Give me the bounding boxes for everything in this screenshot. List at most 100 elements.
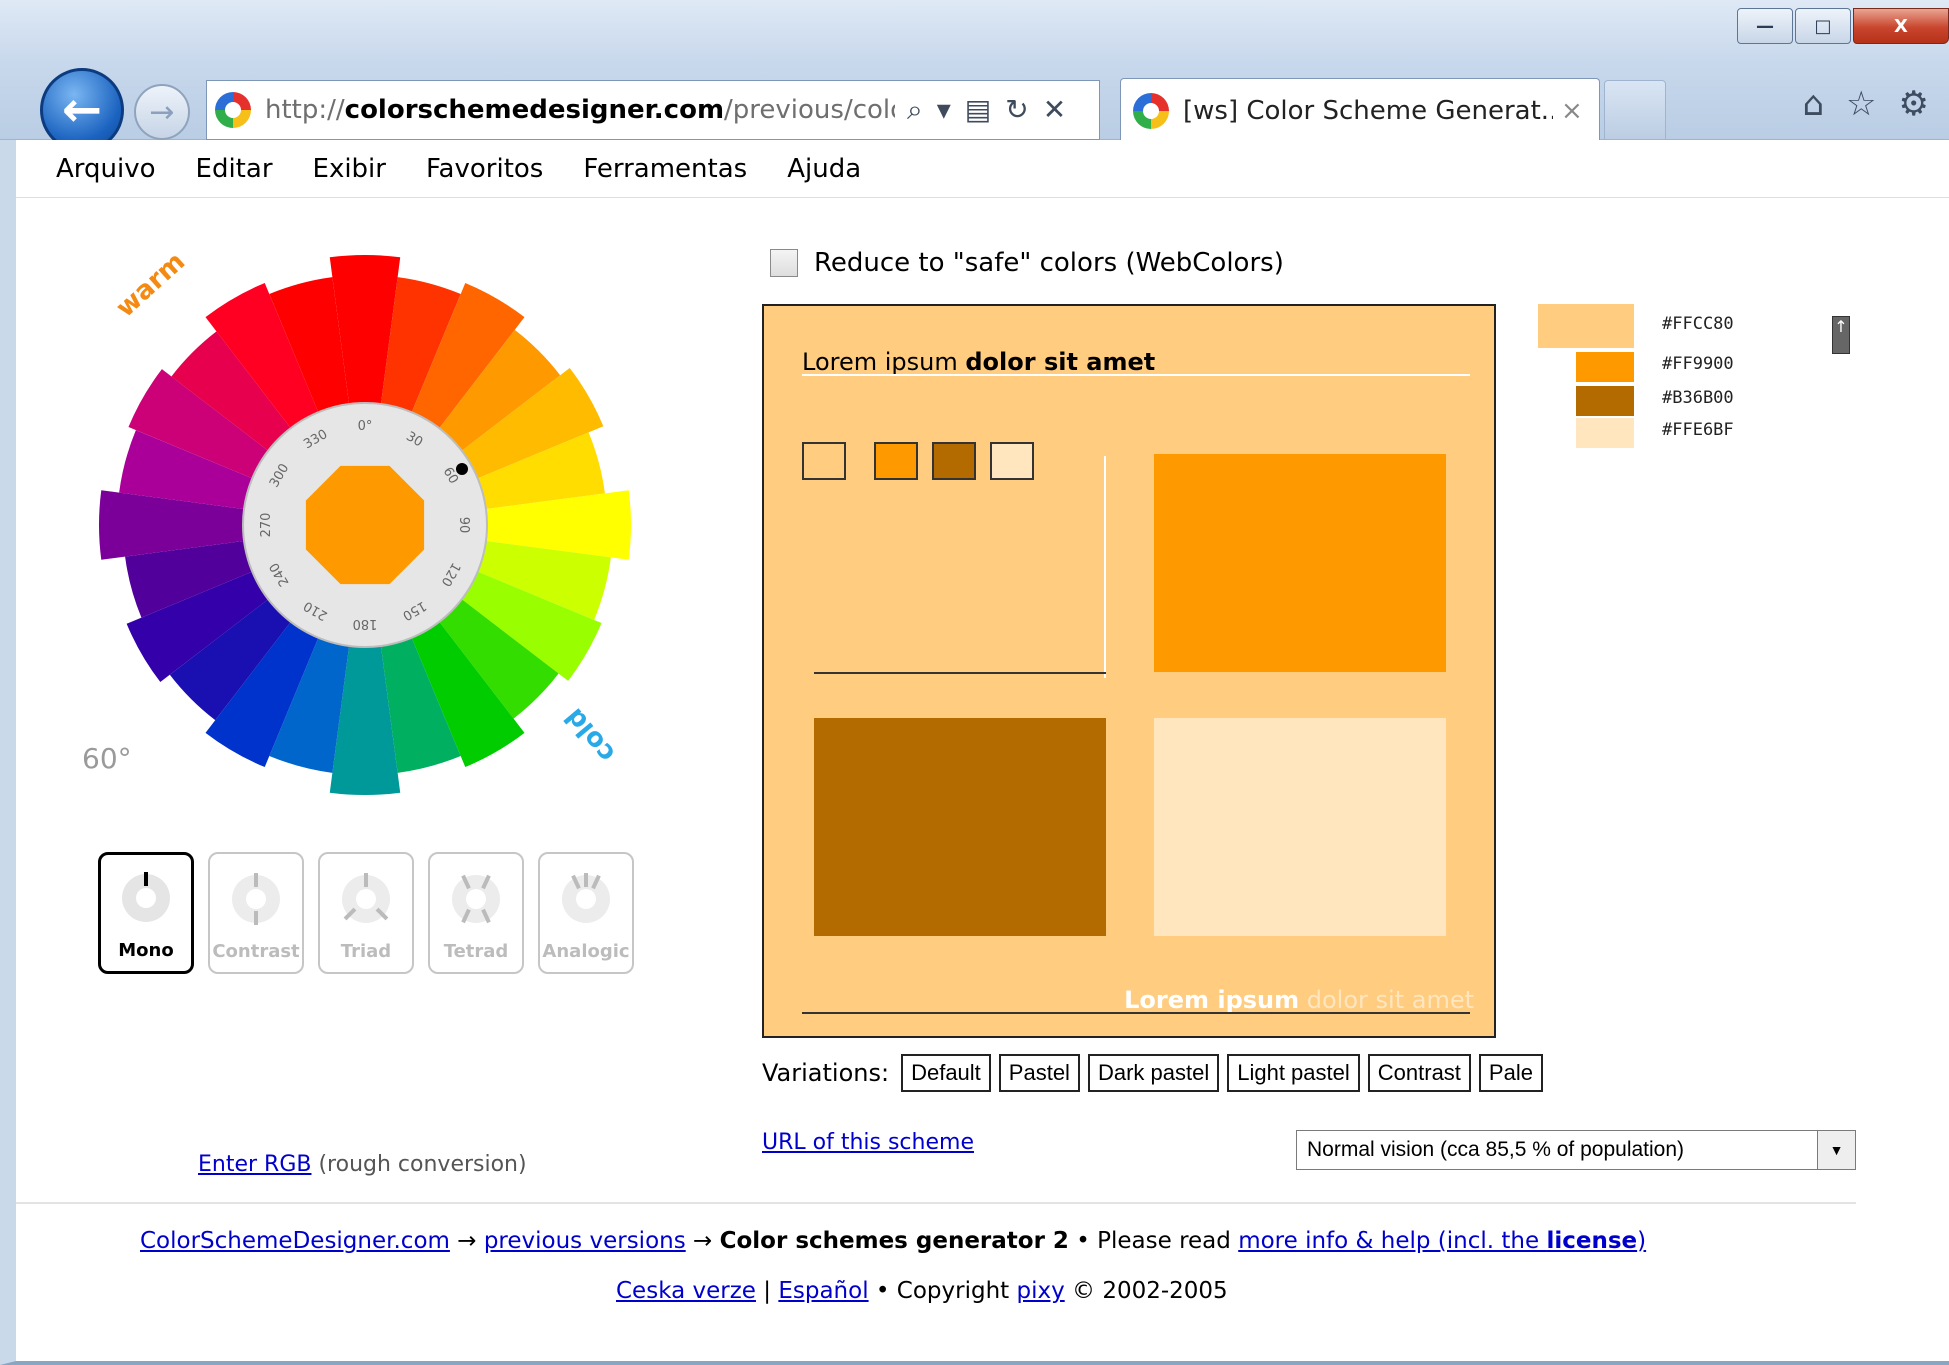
vision-select[interactable]: Normal vision (cca 85,5 % of population)… [1296,1130,1856,1170]
minimize-button[interactable]: — [1737,8,1793,44]
url-of-scheme-link[interactable]: URL of this scheme [762,1130,974,1155]
palette-swatch-0[interactable] [1538,304,1634,348]
menu-item-ajuda[interactable]: Ajuda [787,154,861,184]
safe-colors-row: Reduce to "safe" colors (WebColors) [770,248,1284,278]
footer-previous-versions-link[interactable]: previous versions [484,1228,686,1254]
variations-label: Variations: [762,1059,890,1087]
preview-box-dark [814,718,1106,936]
palette-hex-3[interactable]: #FFE6BF [1662,420,1734,440]
scheme-tetrad-button[interactable]: Tetrad [428,852,524,974]
footer-home-link[interactable]: ColorSchemeDesigner.com [140,1228,450,1254]
scheme-triad-label: Triad [340,941,392,962]
preview-box-base [1154,454,1446,672]
window-controls: — □ X [1735,8,1949,44]
footer-czech-link[interactable]: Ceska verze [616,1278,756,1304]
hue-degree-label: 60° [82,742,132,775]
footer-spanish-link[interactable]: Español [778,1278,868,1304]
palette-row: #FFE6BF [1576,418,1734,448]
footer-copyright-text: • Copyright [868,1278,1017,1304]
preview-horizontal-rule [814,672,1106,674]
tab-color-scheme[interactable]: [ws] Color Scheme Generat... × [1120,78,1600,142]
tab-close-icon[interactable]: × [1561,96,1583,126]
scheme-contrast-label: Contrast [212,941,300,962]
palette-hex-1[interactable]: #FF9900 [1662,354,1734,374]
palette-swatch-1[interactable] [1576,352,1634,382]
palette-hex-2[interactable]: #B36B00 [1662,388,1734,408]
tetrad-wheel-icon [452,874,500,924]
footer-separator: | [755,1278,779,1304]
footer-help-link[interactable]: more info & help (incl. the license) [1238,1228,1646,1254]
dial-tick-label: 180 [353,616,378,631]
variation-pale-button[interactable]: Pale [1478,1054,1543,1092]
palette-hex-0[interactable]: #FFCC80 [1662,314,1734,334]
variation-light-pastel-button[interactable]: Light pastel [1227,1054,1360,1092]
scheme-tetrad-label: Tetrad [443,941,509,962]
variation-contrast-button[interactable]: Contrast [1367,1054,1471,1092]
preview-vertical-rule [1104,456,1106,678]
maximize-button[interactable]: □ [1795,8,1851,44]
footer-divider [16,1202,1856,1204]
browser-toolbar-icons: ⌂ ☆ ⚙ [1802,84,1929,124]
palette-row: #FF9900 [1576,352,1734,382]
footer-current-page: Color schemes generator 2 [719,1228,1069,1254]
chevron-down-icon[interactable]: ▼ [1817,1131,1855,1169]
footer-years: © 2002-2005 [1064,1278,1228,1304]
variation-dark-pastel-button[interactable]: Dark pastel [1087,1054,1220,1092]
footer-line-1: ColorSchemeDesigner.com → previous versi… [140,1228,1646,1254]
preview-chip-light [802,442,846,480]
dial-tick-label: 270 [259,513,274,538]
new-tab-button[interactable] [1604,80,1666,140]
preview-top-rule [802,374,1470,376]
analogic-wheel-icon [562,873,610,923]
scheme-type-buttons: Mono Contrast Triad Tetrad Analogic [98,852,634,974]
preview-footer-text: Lorem ipsum dolor sit amet [1124,986,1474,1014]
footer-author-link[interactable]: pixy [1016,1278,1064,1304]
home-icon[interactable]: ⌂ [1802,84,1824,124]
stop-icon[interactable]: ✕ [1043,93,1066,127]
tab-title: [ws] Color Scheme Generat... [1183,95,1553,126]
refresh-icon[interactable]: ↻ [1005,93,1028,127]
compat-icon[interactable]: ▤ [965,93,991,127]
scheme-contrast-button[interactable]: Contrast [208,852,304,974]
scheme-triad-button[interactable]: Triad [318,852,414,974]
enter-rgb-note: (rough conversion) [311,1152,527,1177]
contrast-wheel-icon [232,873,280,925]
palette-pin-icon[interactable]: ↑ [1832,316,1850,354]
dial-tick-label: 90 [456,517,471,534]
enter-rgb-row: Enter RGB (rough conversion) [198,1152,527,1177]
dial-tick-label: 0° [358,419,373,434]
variation-default-button[interactable]: Default [901,1054,991,1092]
menu-item-exibir[interactable]: Exibir [313,154,386,184]
vision-select-value: Normal vision (cca 85,5 % of population) [1307,1138,1685,1161]
palette-swatch-2[interactable] [1576,386,1634,416]
settings-gear-icon[interactable]: ⚙ [1899,84,1929,124]
mono-wheel-icon [122,872,170,922]
menu-item-ferramentas[interactable]: Ferramentas [583,154,747,184]
favorites-star-icon[interactable]: ☆ [1846,84,1876,124]
triad-wheel-icon [342,873,390,923]
preview-heading: Lorem ipsum dolor sit amet [802,348,1156,376]
footer-line-2: Ceska verze | Español • Copyright pixy ©… [616,1278,1228,1304]
scheme-analogic-button[interactable]: Analogic [538,852,634,974]
close-button[interactable]: X [1853,8,1949,44]
palette-swatch-3[interactable] [1576,418,1634,448]
address-tools: ⌕ ▾ ▤ ↻ ✕ [907,93,1066,127]
dropdown-icon[interactable]: ▾ [937,93,951,127]
footer-arrow: → [449,1228,484,1254]
arrow-right-icon: → [149,94,175,130]
arrow-left-icon: ← [61,82,103,138]
preview-box-pale [1154,718,1446,936]
menu-item-editar[interactable]: Editar [196,154,273,184]
search-icon[interactable]: ⌕ [907,93,923,127]
forward-button[interactable]: → [134,84,190,140]
hue-marker[interactable] [455,463,468,475]
enter-rgb-link[interactable]: Enter RGB [198,1152,311,1177]
menu-item-favoritos[interactable]: Favoritos [426,154,543,184]
variation-pastel-button[interactable]: Pastel [998,1054,1080,1092]
url-text[interactable]: http://colorschemedesigner.com/previous/… [265,95,895,125]
address-bar[interactable]: http://colorschemedesigner.com/previous/… [206,80,1100,140]
scheme-preview: Lorem ipsum dolor sit amet Lorem ipsum d… [762,304,1496,1038]
menu-item-arquivo[interactable]: Arquivo [56,154,156,184]
safe-colors-checkbox[interactable] [770,249,798,277]
scheme-mono-button[interactable]: Mono [98,852,194,974]
